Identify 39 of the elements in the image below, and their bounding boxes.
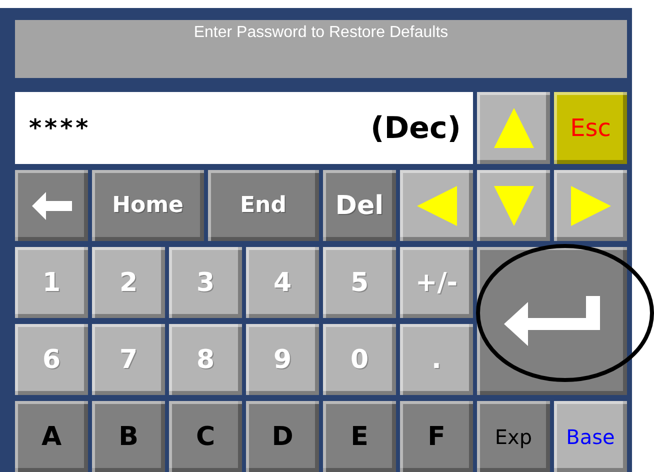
keypad-key[interactable]: E [323, 401, 396, 472]
keypad-key[interactable]: C [169, 401, 242, 472]
keypad-key[interactable]: Del [323, 170, 396, 241]
password-field[interactable]: **** (Dec) [15, 92, 473, 164]
arrow-key[interactable] [477, 170, 550, 241]
keypad-key[interactable]: 0 [323, 324, 396, 395]
keypad-key[interactable]: F [400, 401, 473, 472]
keypad-key[interactable]: 6 [15, 324, 88, 395]
left-arrow-icon [416, 186, 456, 226]
keypad-key[interactable]: 2 [92, 247, 165, 318]
enter-key[interactable] [477, 247, 627, 395]
keypad-key[interactable]: 9 [246, 324, 319, 395]
keypad-key[interactable]: Exp [477, 401, 550, 472]
arrow-key[interactable] [477, 92, 550, 164]
arrow-key[interactable] [554, 170, 627, 241]
keypad-key[interactable]: Base [554, 401, 627, 472]
keypad-key[interactable]: 8 [169, 324, 242, 395]
keypad-key[interactable]: 3 [169, 247, 242, 318]
dialog-title: Enter Password to Restore Defaults [194, 24, 448, 42]
keypad-key[interactable]: 5 [323, 247, 396, 318]
down-arrow-icon [494, 186, 534, 226]
left-arrow-icon [32, 192, 72, 220]
right-arrow-icon [570, 186, 610, 226]
keypad-key[interactable]: +/- [400, 247, 473, 318]
keypad-key[interactable]: Home [92, 170, 204, 241]
keypad-key[interactable]: D [246, 401, 319, 472]
keypad-key[interactable]: A [15, 401, 88, 472]
backspace-key[interactable] [15, 170, 88, 241]
keypad-key[interactable]: End [208, 170, 319, 241]
keypad-key[interactable]: . [400, 324, 473, 395]
keypad-key[interactable]: 4 [246, 247, 319, 318]
keypad-key[interactable]: 7 [92, 324, 165, 395]
number-base-label: (Dec) [370, 110, 461, 146]
enter-icon [504, 296, 600, 346]
keypad-key[interactable]: B [92, 401, 165, 472]
keypad-key[interactable]: Esc [554, 92, 627, 164]
up-arrow-icon [494, 108, 534, 148]
arrow-key[interactable] [400, 170, 473, 241]
keypad-key[interactable]: 1 [15, 247, 88, 318]
